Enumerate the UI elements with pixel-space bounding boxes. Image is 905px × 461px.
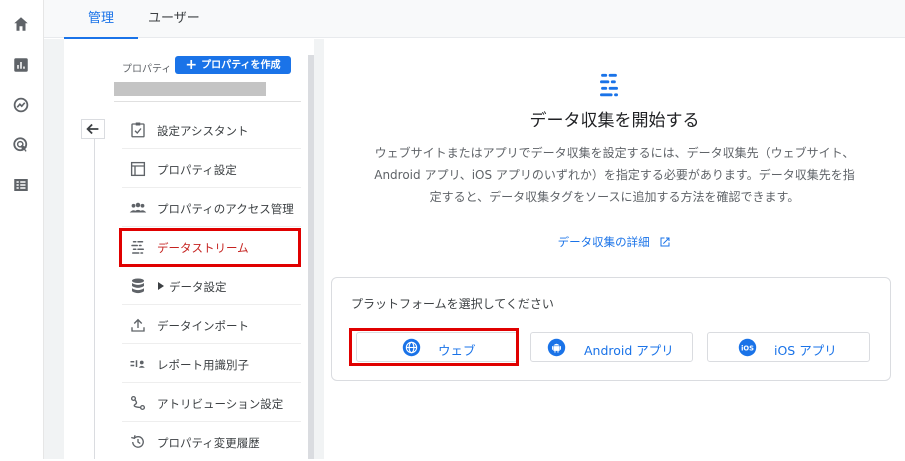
caret-right-icon[interactable] xyxy=(158,282,164,290)
explore-icon[interactable] xyxy=(12,96,30,114)
learn-more-link[interactable]: データ収集の詳細 xyxy=(324,234,905,250)
android-icon xyxy=(547,338,566,357)
plus-icon: + xyxy=(185,57,198,73)
sidebar-item-property-settings[interactable]: プロパティ設定 xyxy=(122,150,301,188)
attribution-icon xyxy=(130,395,146,411)
highlight-web-button xyxy=(349,328,519,366)
configure-icon[interactable] xyxy=(12,176,30,194)
main-content: データ収集を開始する ウェブサイトまたはアプリでデータ収集を設定するには、データ… xyxy=(324,39,905,459)
sidebar-item-reporting-identity[interactable]: レポート用識別子 xyxy=(122,345,301,383)
page-description: ウェブサイトまたはアプリでデータ収集を設定するには、データ収集先（ウェブサイト、… xyxy=(374,146,855,204)
android-platform-button[interactable]: Android アプリ xyxy=(530,332,693,362)
database-icon xyxy=(132,278,144,294)
gutter xyxy=(44,39,64,459)
checklist-icon xyxy=(131,122,145,138)
property-selector[interactable] xyxy=(114,82,266,96)
reports-icon[interactable] xyxy=(12,56,30,74)
sidebar-item-attribution-settings[interactable]: アトリビューション設定 xyxy=(122,384,301,422)
platform-selector-card: プラットフォームを選択してください ウェブ Android アプリ iOS iO… xyxy=(331,277,891,381)
open-in-new-icon xyxy=(660,237,670,247)
history-icon xyxy=(131,435,144,448)
property-settings-icon xyxy=(130,161,146,177)
people-icon xyxy=(129,202,147,213)
tab-admin[interactable]: 管理 xyxy=(63,0,139,39)
highlight-data-streams xyxy=(119,228,301,267)
sidebar-item-data-settings[interactable]: データ設定 xyxy=(122,267,301,305)
upload-icon xyxy=(131,318,145,332)
page-title: データ収集を開始する xyxy=(529,111,700,131)
divider xyxy=(114,101,301,102)
advertising-icon[interactable] xyxy=(12,136,30,154)
ios-platform-button[interactable]: iOS iOS アプリ xyxy=(707,332,870,362)
identifier-icon xyxy=(130,360,145,368)
platform-card-title: プラットフォームを選択してください xyxy=(351,297,554,311)
property-sidebar: プロパティ + プロパティを作成 設定アシスタント プロパティ設定 プロパティのア… xyxy=(64,39,308,459)
arrow-back-icon xyxy=(86,123,99,135)
admin-tab-bar: 管理 ユーザー xyxy=(44,0,905,39)
gutter-right xyxy=(314,39,324,459)
ios-icon: iOS xyxy=(738,338,757,357)
property-label: プロパティ xyxy=(122,64,172,75)
sidebar-item-setup-assistant[interactable]: 設定アシスタント xyxy=(122,111,301,149)
svg-text:iOS: iOS xyxy=(741,344,754,352)
sidebar-item-data-import[interactable]: データインポート xyxy=(122,306,301,344)
sidebar-item-change-history[interactable]: プロパティ変更履歴 xyxy=(122,423,301,461)
tab-users[interactable]: ユーザー xyxy=(144,0,204,38)
back-button[interactable] xyxy=(81,119,105,139)
create-property-button[interactable]: + プロパティを作成 xyxy=(175,56,291,74)
left-nav-rail xyxy=(0,0,44,459)
sidebar-item-access-management[interactable]: プロパティのアクセス管理 xyxy=(122,189,301,227)
tree-line xyxy=(94,139,95,459)
home-icon[interactable] xyxy=(12,15,30,33)
data-streams-hero-icon xyxy=(600,73,618,97)
